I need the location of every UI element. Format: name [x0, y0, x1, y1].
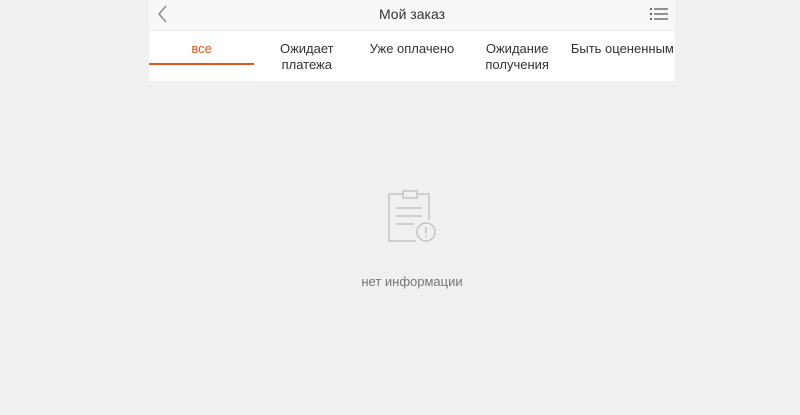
top-bar: Мой заказ [149, 0, 675, 31]
tab-awaiting-payment[interactable]: Ожидает платежа [254, 31, 359, 81]
order-status-tabs: все Ожидает платежа Уже оплачено Ожидани… [149, 31, 675, 81]
tab-all[interactable]: все [149, 31, 255, 81]
order-page: Мой заказ все Ожидает платежа Уже оплаче… [149, 0, 675, 415]
page-title: Мой заказ [378, 6, 445, 22]
tab-awaiting-receipt[interactable]: Ожидание получения [465, 31, 570, 81]
tab-to-be-rated[interactable]: Быть оцененным [570, 31, 675, 81]
menu-button[interactable] [649, 5, 669, 23]
tab-already-paid[interactable]: Уже оплачено [359, 31, 464, 81]
empty-state-text: нет информации [361, 274, 463, 289]
document-alert-icon [388, 190, 436, 242]
list-menu-icon [650, 8, 668, 20]
empty-state: нет информации [149, 190, 675, 289]
